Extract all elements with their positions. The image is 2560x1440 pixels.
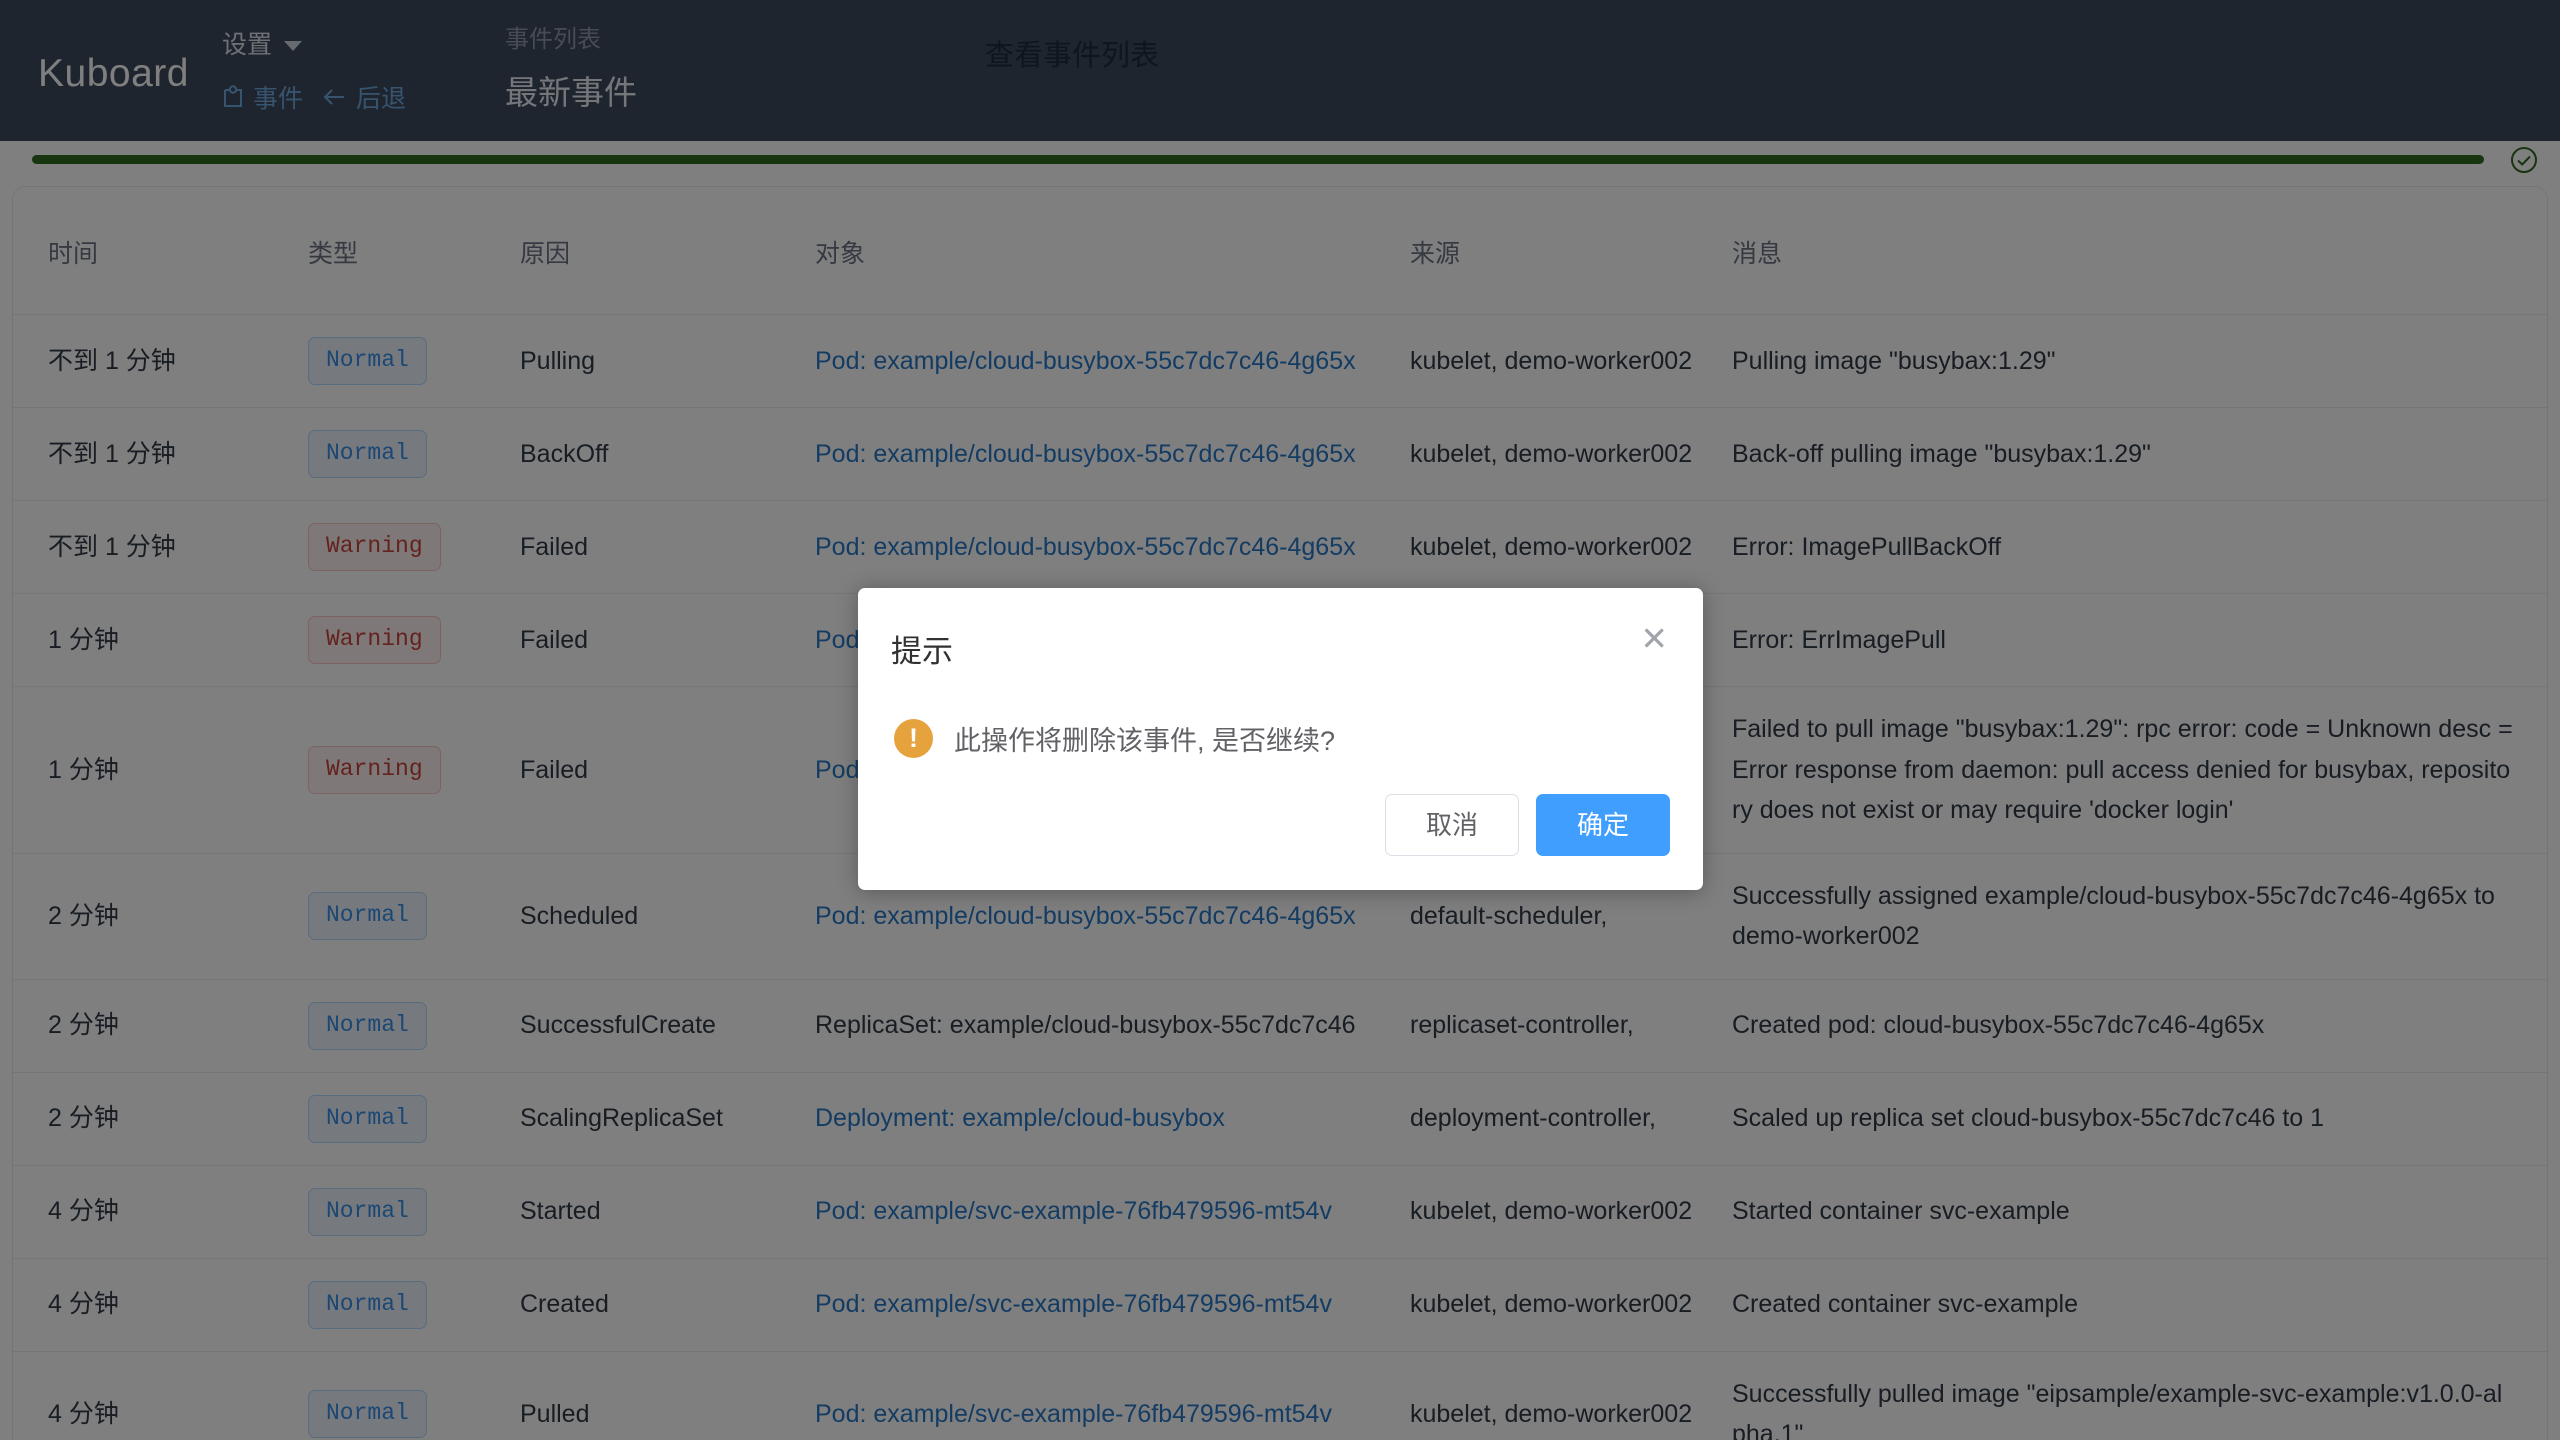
dialog-message: 此操作将删除该事件, 是否继续? xyxy=(954,726,1336,756)
dialog-body: ! 此操作将删除该事件, 是否继续? xyxy=(891,671,1670,794)
kuboard-app: Kuboard 设置 事件 后退 xyxy=(0,0,2560,1440)
dialog-title: 提示 xyxy=(891,634,953,669)
confirm-dialog: 提示 ✕ ! 此操作将删除该事件, 是否继续? 取消 确定 xyxy=(858,588,1703,890)
confirm-button[interactable]: 确定 xyxy=(1535,794,1670,856)
exclamation-icon: ! xyxy=(894,719,933,758)
dialog-header: 提示 ✕ xyxy=(891,621,1670,671)
cancel-button[interactable]: 取消 xyxy=(1384,794,1519,856)
close-icon[interactable]: ✕ xyxy=(1638,622,1670,655)
dialog-footer: 取消 确定 xyxy=(891,794,1670,874)
